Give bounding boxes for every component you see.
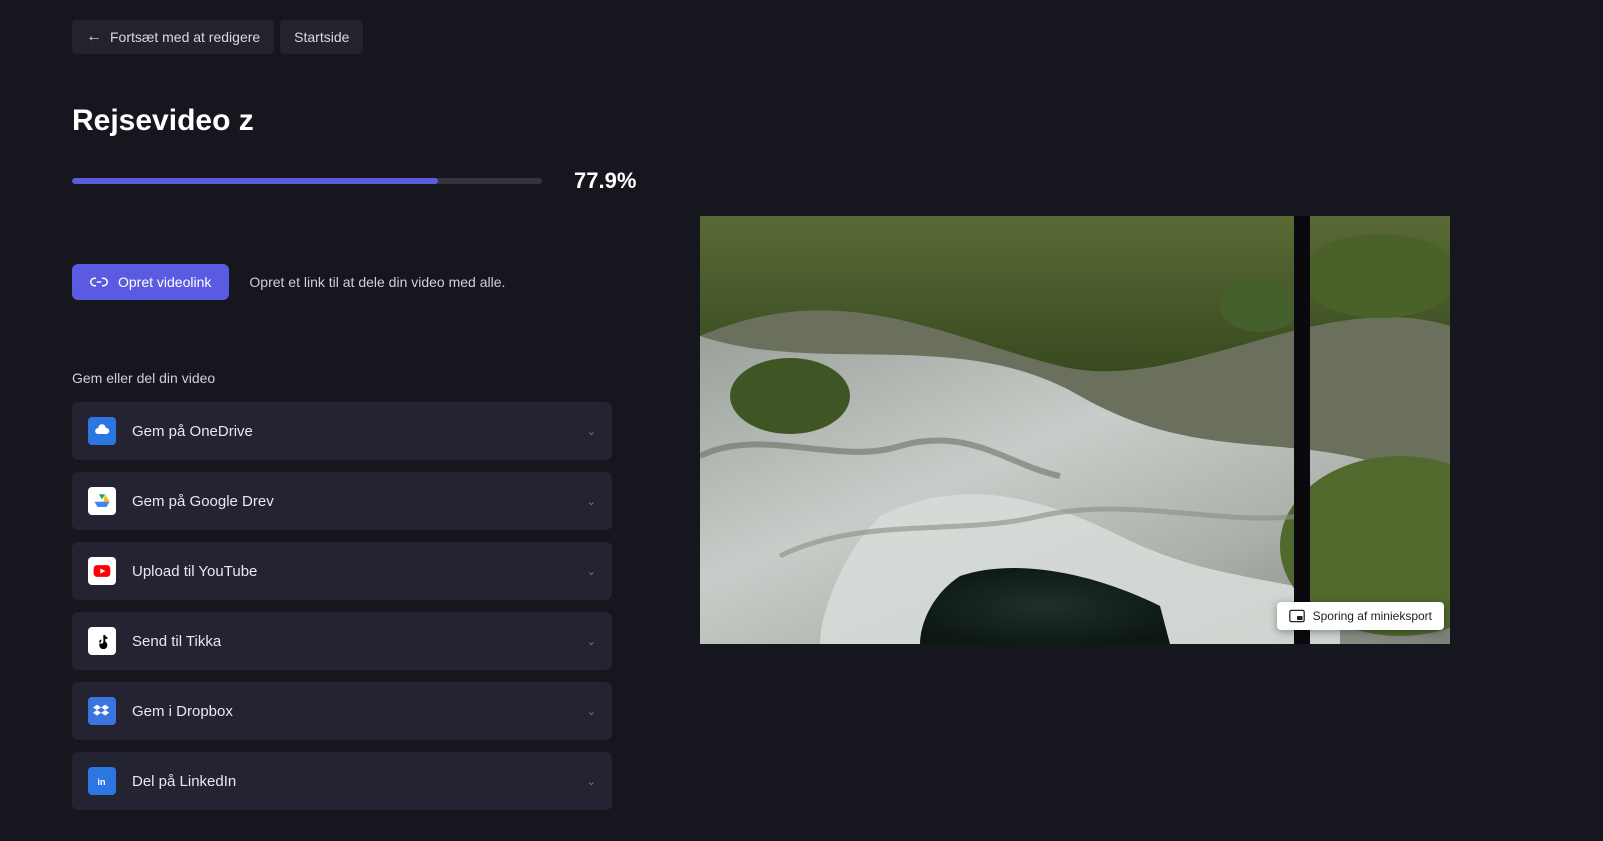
- share-section-label: Gem eller del din video: [72, 370, 700, 386]
- progress-bar-fill: [72, 178, 438, 184]
- share-item-onedrive[interactable]: Gem på OneDrive ⌄: [72, 402, 612, 460]
- right-panel: Sporing af minieksport: [700, 20, 1603, 841]
- top-nav: ← Fortsæt med at redigere Startside: [72, 20, 700, 54]
- progress-bar: [72, 178, 542, 184]
- mini-export-tracking-badge[interactable]: Sporing af minieksport: [1277, 602, 1444, 630]
- left-panel: ← Fortsæt med at redigere Startside Rejs…: [0, 20, 700, 841]
- project-title: Rejsevideo z: [72, 104, 700, 138]
- share-label: Send til Tikka: [132, 633, 221, 650]
- chevron-down-icon: ⌄: [587, 495, 596, 508]
- youtube-icon: [88, 557, 116, 585]
- chevron-down-icon: ⌄: [587, 705, 596, 718]
- progress-percent: 77.9%: [574, 168, 636, 194]
- share-label: Gem på Google Drev: [132, 493, 274, 510]
- home-button[interactable]: Startside: [280, 20, 363, 54]
- chevron-down-icon: ⌄: [587, 775, 596, 788]
- mini-export-label: Sporing af minieksport: [1313, 609, 1432, 623]
- share-label: Gem i Dropbox: [132, 703, 233, 720]
- home-label: Startside: [294, 29, 349, 45]
- videolink-description: Opret et link til at dele din video med …: [249, 274, 505, 290]
- arrow-left-icon: ←: [86, 28, 102, 46]
- chevron-down-icon: ⌄: [587, 635, 596, 648]
- videolink-row: Opret videolink Opret et link til at del…: [72, 264, 700, 300]
- share-item-dropbox[interactable]: Gem i Dropbox ⌄: [72, 682, 612, 740]
- picture-in-picture-icon: [1289, 609, 1305, 623]
- share-item-gdrive[interactable]: Gem på Google Drev ⌄: [72, 472, 612, 530]
- share-item-linkedin[interactable]: in Del på LinkedIn ⌄: [72, 752, 612, 810]
- chevron-down-icon: ⌄: [587, 565, 596, 578]
- dropbox-icon: [88, 697, 116, 725]
- tiktok-icon: [88, 627, 116, 655]
- share-label: Gem på OneDrive: [132, 423, 253, 440]
- chevron-down-icon: ⌄: [587, 425, 596, 438]
- share-label: Del på LinkedIn: [132, 773, 236, 790]
- link-icon: [90, 275, 108, 289]
- export-screen: ← Fortsæt med at redigere Startside Rejs…: [0, 0, 1603, 841]
- share-label: Upload til YouTube: [132, 563, 257, 580]
- share-list: Gem på OneDrive ⌄ Gem på Google Drev ⌄ U…: [72, 402, 612, 810]
- continue-editing-button[interactable]: ← Fortsæt med at redigere: [72, 20, 274, 54]
- video-preview: Sporing af minieksport: [700, 216, 1450, 644]
- gdrive-icon: [88, 487, 116, 515]
- share-item-youtube[interactable]: Upload til YouTube ⌄: [72, 542, 612, 600]
- continue-editing-label: Fortsæt med at redigere: [110, 29, 260, 45]
- linkedin-icon: in: [88, 767, 116, 795]
- preview-divider-bar: [1294, 216, 1310, 644]
- onedrive-icon: [88, 417, 116, 445]
- progress-row: 77.9%: [72, 168, 700, 194]
- share-item-tiktok[interactable]: Send til Tikka ⌄: [72, 612, 612, 670]
- preview-image: [700, 216, 1450, 644]
- svg-text:in: in: [97, 777, 106, 787]
- create-videolink-button[interactable]: Opret videolink: [72, 264, 229, 300]
- create-videolink-label: Opret videolink: [118, 274, 211, 290]
